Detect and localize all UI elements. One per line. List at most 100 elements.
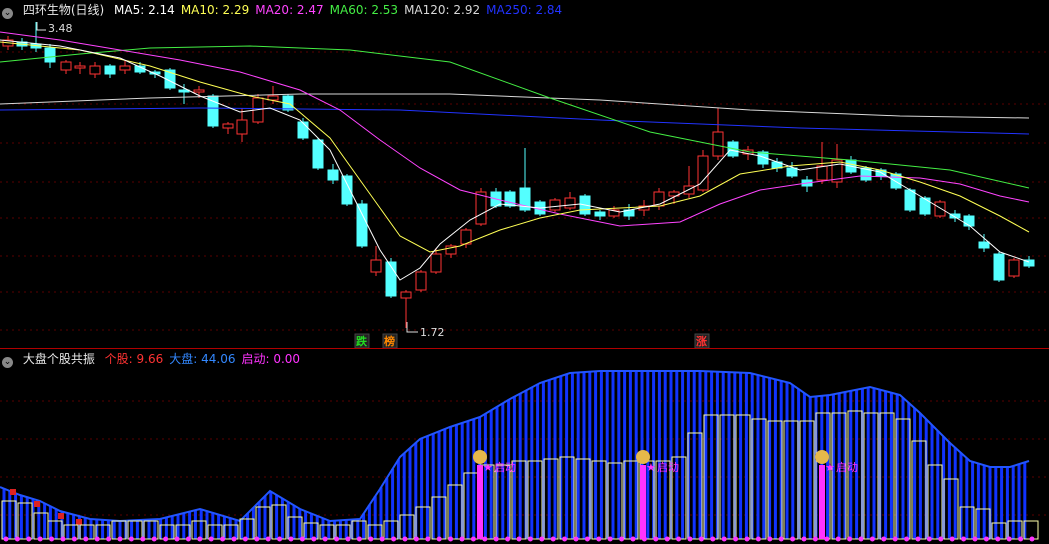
- baseline-dot: [242, 536, 248, 542]
- stock-bar: [399, 514, 415, 540]
- candlestick-chart[interactable]: 3.48 1.72 跌 榜 涨: [0, 0, 1049, 348]
- baseline-dot: [573, 536, 579, 542]
- baseline-dot: [983, 536, 989, 542]
- ma-legend-item: MA250: 2.84: [486, 3, 563, 17]
- baseline-dot: [824, 536, 830, 542]
- baseline-dot: [493, 536, 499, 542]
- ma120-line: [0, 93, 1030, 119]
- indicator-title: 大盘个股共振: [22, 352, 95, 366]
- stock-red-segment: [58, 513, 64, 519]
- baseline-dot: [676, 536, 682, 542]
- baseline-dot: [915, 536, 921, 542]
- star-icon: ★: [825, 461, 835, 474]
- main-legend: ⌄ 四环生物(日线) MA5: 2.14 MA10: 2.29 MA20: 2.47…: [2, 2, 574, 19]
- baseline-dot: [60, 536, 66, 542]
- baseline-dot: [117, 536, 123, 542]
- candle: [222, 122, 234, 134]
- candle: [594, 210, 606, 220]
- baseline-dot: [1006, 536, 1012, 542]
- candle: [60, 60, 72, 74]
- baseline-dot: [938, 536, 944, 542]
- ma-legend-item: MA120: 2.92: [404, 3, 481, 17]
- baseline-dot: [3, 536, 9, 542]
- baseline-dot: [972, 536, 978, 542]
- stock-bar: [863, 412, 879, 540]
- start-label: 启动: [494, 461, 516, 474]
- baseline-dot: [94, 536, 100, 542]
- indicator-legend-item: 启动: 0.00: [241, 352, 301, 366]
- indicator-values: 个股: 9.66 大盘: 44.06 启动: 0.00: [105, 352, 306, 366]
- baseline-dot: [619, 536, 625, 542]
- baseline-dot: [459, 536, 465, 542]
- candle: [1008, 258, 1020, 278]
- baseline-dot: [231, 536, 237, 542]
- stock-bar: [927, 464, 943, 540]
- signal-text: 跌: [356, 334, 368, 348]
- baseline-dot: [847, 536, 853, 542]
- baseline-dot: [755, 536, 761, 542]
- baseline-dot: [550, 536, 556, 542]
- baseline-dot: [368, 536, 374, 542]
- ma-legend-item: MA10: 2.29: [180, 3, 250, 17]
- candle: [831, 144, 843, 188]
- price-chart-panel[interactable]: 3.48 1.72 跌 榜 涨 ⌄ 四环生物(日线) MA5: 2.14 MA10: 2.…: [0, 0, 1049, 348]
- baseline-dot: [482, 536, 488, 542]
- ma-legend-item: MA5: 2.14: [114, 3, 175, 17]
- resonance-chart[interactable]: ★ 启动 ★ 启动 ★ 启动: [0, 349, 1049, 544]
- ma-legend-item: MA20: 2.47: [255, 3, 324, 17]
- candle: [949, 210, 961, 222]
- baseline-dot: [83, 536, 89, 542]
- baseline-dot: [334, 536, 340, 542]
- signal-badge: 跌: [354, 333, 370, 348]
- candle: [74, 62, 86, 74]
- candle: [564, 192, 576, 210]
- candle: [771, 158, 783, 172]
- baseline-dot: [185, 536, 191, 542]
- baseline-dot: [356, 536, 362, 542]
- baseline-dot: [1029, 536, 1035, 542]
- low-price-label: 1.72: [420, 326, 445, 339]
- baseline-dot: [539, 536, 545, 542]
- candle: [415, 270, 427, 292]
- stock-red-segment: [76, 519, 82, 525]
- baseline-dot: [630, 536, 636, 542]
- baseline-dot: [425, 536, 431, 542]
- baseline-dot: [835, 536, 841, 542]
- high-price-label: 3.48: [48, 22, 73, 35]
- chevron-down-icon[interactable]: ⌄: [2, 357, 13, 368]
- baseline-dot: [174, 536, 180, 542]
- baseline-dot: [869, 536, 875, 542]
- candle: [104, 64, 116, 78]
- baseline-dot: [163, 536, 169, 542]
- candles: [2, 22, 1035, 328]
- baseline-dot: [584, 536, 590, 542]
- baseline-dot: [1018, 536, 1024, 542]
- star-icon: ★: [483, 461, 493, 474]
- baseline-dot: [220, 536, 226, 542]
- indicator-legend-item: 大盘: 44.06: [169, 352, 236, 366]
- star-icon: ★: [646, 461, 656, 474]
- baseline-dot: [744, 536, 750, 542]
- baseline-dot: [801, 536, 807, 542]
- baseline-dot: [812, 536, 818, 542]
- chevron-down-icon[interactable]: ⌄: [2, 8, 13, 19]
- candle: [370, 246, 382, 276]
- candle: [236, 108, 248, 142]
- ma5-line: [0, 39, 1030, 281]
- baseline-dot: [904, 536, 910, 542]
- baseline-dot: [311, 536, 317, 542]
- baseline-dot: [653, 536, 659, 542]
- baseline-dot: [710, 536, 716, 542]
- signal-badge: 涨: [694, 333, 710, 348]
- ma250-line: [0, 107, 1030, 135]
- candle: [934, 200, 946, 218]
- candle: [519, 148, 531, 212]
- indicator-panel[interactable]: ★ 启动 ★ 启动 ★ 启动 ⌄ 大盘个股共振 个股: 9.66 大盘: 44.06 启动: …: [0, 349, 1049, 544]
- candle: [549, 198, 561, 212]
- baseline-dot: [265, 536, 271, 542]
- stock-bar: [63, 524, 79, 540]
- stock-bar: [463, 472, 479, 540]
- baseline-dot: [299, 536, 305, 542]
- start-marker: ★ 启动: [636, 450, 679, 539]
- baseline-dot: [995, 536, 1001, 542]
